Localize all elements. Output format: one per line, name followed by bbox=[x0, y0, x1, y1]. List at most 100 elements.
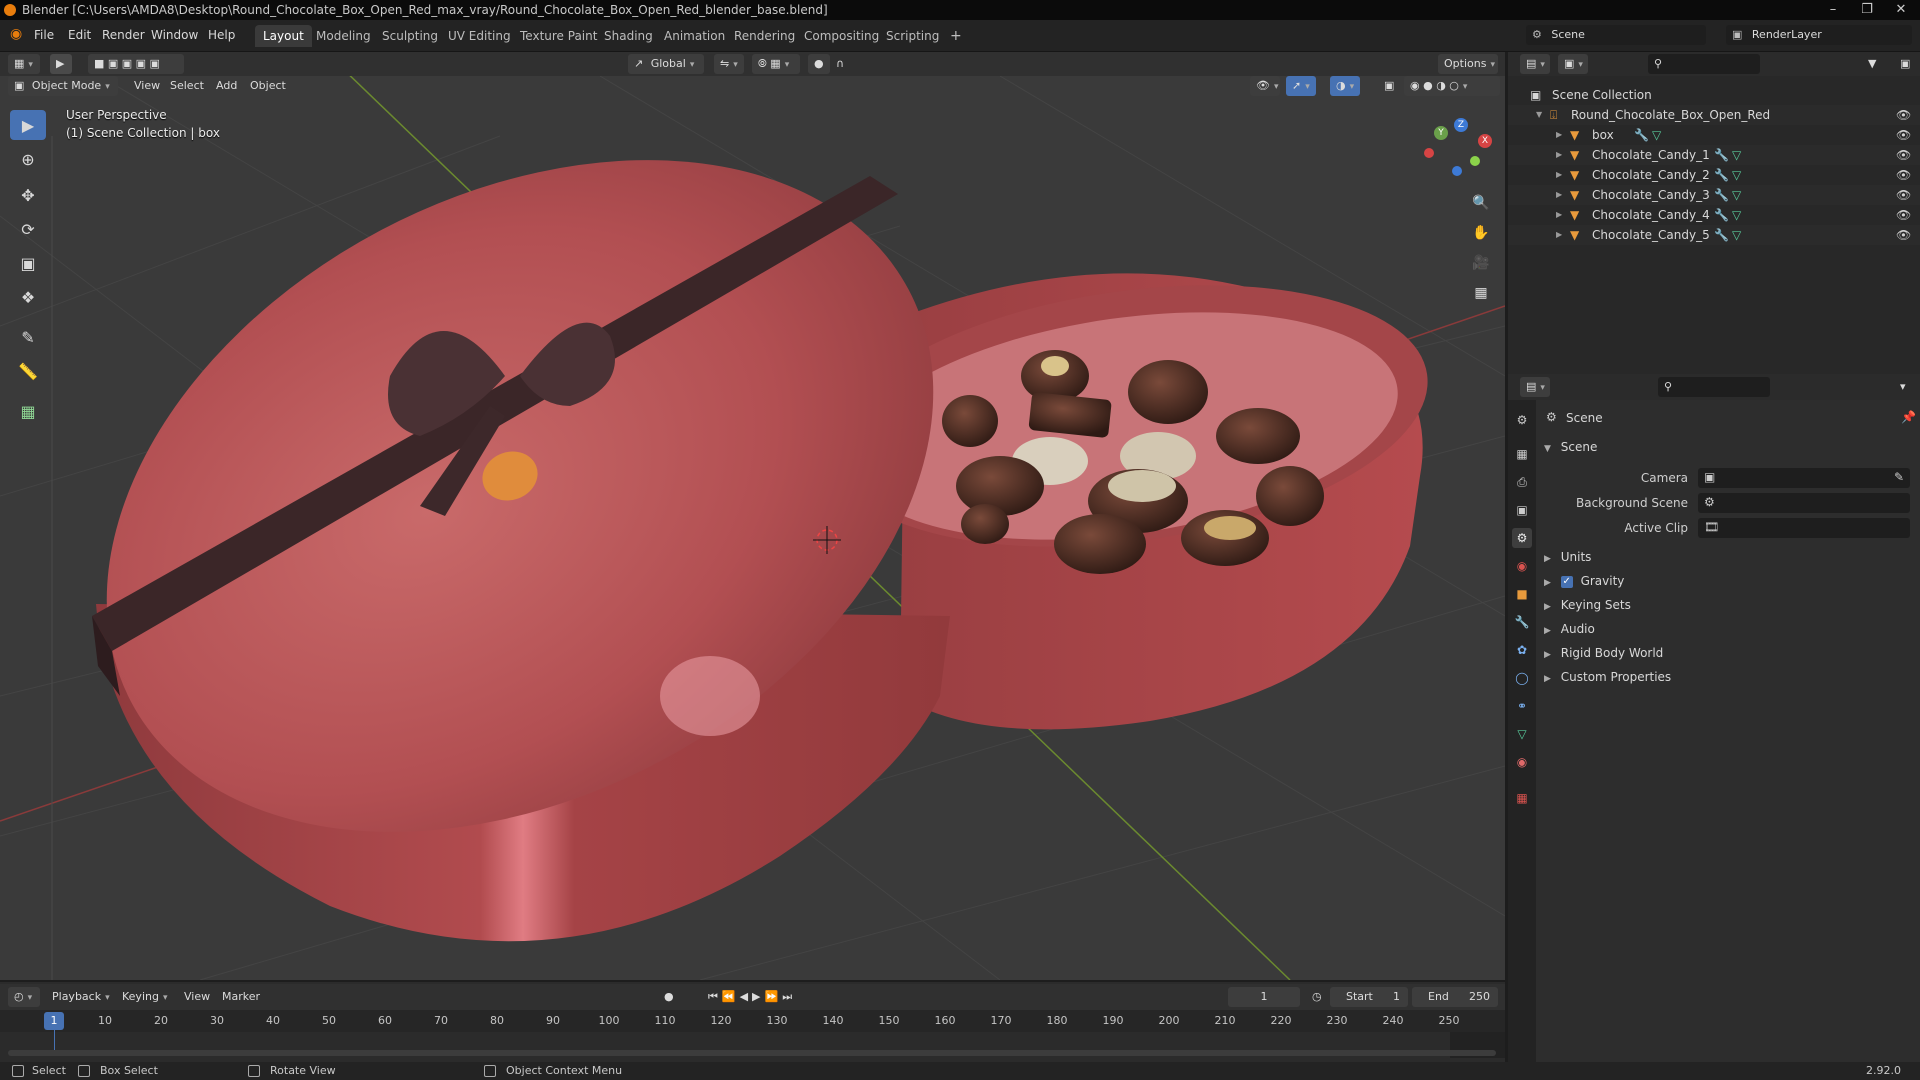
gizmo-z-icon[interactable]: Z bbox=[1454, 118, 1468, 132]
outliner-object-row[interactable]: ▶ ▼ Chocolate_Candy_4 🔧 ▽ 👁 bbox=[1508, 205, 1920, 225]
menu-file[interactable]: File bbox=[34, 28, 54, 42]
view-layer-tab-icon[interactable]: ▣ bbox=[1512, 500, 1532, 520]
gravity-panel-header[interactable]: ▶ ✓ Gravity bbox=[1538, 570, 1908, 592]
outliner-filter-icon[interactable]: ▼ bbox=[1862, 54, 1892, 74]
shading-mode-buttons[interactable]: ◉ ● ◑ ○ ▾ bbox=[1404, 76, 1500, 96]
tab-sculpting[interactable]: Sculpting bbox=[374, 25, 446, 47]
playback-menu[interactable]: Playback ▾ bbox=[46, 987, 116, 1007]
expand-triangle-icon[interactable]: ▶ bbox=[1556, 165, 1562, 185]
snap-button[interactable]: ⦾ ▦ ▾ bbox=[752, 54, 800, 74]
menu-help[interactable]: Help bbox=[208, 28, 235, 42]
tab-animation[interactable]: Animation bbox=[656, 25, 733, 47]
cursor-tool-icon[interactable]: ⊕ bbox=[10, 144, 46, 174]
expand-triangle-icon[interactable]: ▶ bbox=[1556, 225, 1562, 245]
expand-triangle-icon[interactable]: ▶ bbox=[1556, 145, 1562, 165]
close-button[interactable]: ✕ bbox=[1884, 0, 1918, 20]
scene-section-header[interactable]: ▼ Scene bbox=[1538, 436, 1908, 458]
playback-controls[interactable]: ⏮⏪◀▶⏩⏭ bbox=[702, 987, 802, 1007]
texture-tab-icon[interactable]: ▦ bbox=[1512, 788, 1532, 808]
pivot-point-button[interactable]: ⇋ ▾ bbox=[714, 54, 744, 74]
data-tab-icon[interactable]: ▽ bbox=[1512, 724, 1532, 744]
visibility-eye-icon[interactable]: 👁 bbox=[1896, 208, 1911, 222]
collapse-triangle-icon[interactable]: ▼ bbox=[1536, 105, 1542, 125]
outliner-object-row[interactable]: ▶ ▼ Chocolate_Candy_1 🔧 ▽ 👁 bbox=[1508, 145, 1920, 165]
eyedropper-icon[interactable]: ✎ bbox=[1894, 470, 1904, 484]
tab-shading[interactable]: Shading bbox=[596, 25, 661, 47]
output-tab-icon[interactable]: ⎙ bbox=[1512, 472, 1532, 492]
xray-toggle-icon[interactable]: ▣ bbox=[1378, 76, 1398, 96]
add-workspace-button[interactable]: + bbox=[942, 25, 970, 47]
outliner-editor-type-button[interactable]: ▤ ▾ bbox=[1520, 54, 1550, 74]
timeline-view-menu[interactable]: View bbox=[178, 987, 216, 1007]
blender-menu-icon[interactable]: ◉ bbox=[10, 26, 22, 42]
overlay-toggle-icon[interactable]: ◑ ▾ bbox=[1330, 76, 1360, 96]
menu-render[interactable]: Render bbox=[102, 28, 145, 42]
annotate-tool-icon[interactable]: ✎ bbox=[10, 322, 46, 352]
outliner-object-row[interactable]: ▶ ▼ Chocolate_Candy_2 🔧 ▽ 👁 bbox=[1508, 165, 1920, 185]
start-frame-field[interactable]: Start 1 bbox=[1330, 987, 1408, 1007]
record-button-icon[interactable]: ● bbox=[658, 987, 680, 1007]
material-tab-icon[interactable]: ◉ bbox=[1512, 752, 1532, 772]
visibility-eye-icon[interactable]: 👁 bbox=[1896, 188, 1911, 202]
scene-selector[interactable]: ⚙ Scene bbox=[1526, 25, 1706, 45]
tab-rendering[interactable]: Rendering bbox=[726, 25, 803, 47]
visibility-eye-icon[interactable]: 👁 bbox=[1896, 108, 1911, 122]
outliner-search-input[interactable]: ⚲ bbox=[1648, 54, 1760, 74]
maximize-button[interactable]: ❐ bbox=[1850, 0, 1884, 20]
clock-icon[interactable]: ◷ bbox=[1306, 987, 1328, 1007]
visibility-eye-icon[interactable]: 👁 bbox=[1896, 148, 1911, 162]
keying-menu[interactable]: Keying ▾ bbox=[116, 987, 173, 1007]
navigation-gizmo[interactable]: Z X Y bbox=[1420, 116, 1500, 196]
active-clip-field[interactable]: 🎞 bbox=[1698, 518, 1910, 538]
select-box-tool-icon[interactable]: ▶ bbox=[10, 110, 46, 140]
3d-viewport[interactable]: ▣ Object Mode ▾ View Select Add Object 👁 ▾… bbox=[0, 76, 1505, 980]
world-tab-icon[interactable]: ◉ bbox=[1512, 556, 1532, 576]
pan-view-icon[interactable]: ✋ bbox=[1468, 220, 1494, 246]
render-tab-icon[interactable]: ▦ bbox=[1512, 444, 1532, 464]
gizmo-y-icon[interactable]: Y bbox=[1434, 126, 1448, 140]
gizmo-neg-y-icon[interactable] bbox=[1470, 156, 1480, 166]
visibility-eye-icon[interactable]: 👁 bbox=[1896, 168, 1911, 182]
tab-uv-editing[interactable]: UV Editing bbox=[440, 25, 519, 47]
particles-tab-icon[interactable]: ✿ bbox=[1512, 640, 1532, 660]
object-mode-dropdown[interactable]: ▣ Object Mode ▾ bbox=[8, 76, 118, 96]
viewport-menu-add[interactable]: Add bbox=[210, 76, 243, 96]
gizmo-neg-x-icon[interactable] bbox=[1424, 148, 1434, 158]
tab-scripting[interactable]: Scripting bbox=[878, 25, 947, 47]
tab-modeling[interactable]: Modeling bbox=[308, 25, 379, 47]
expand-triangle-icon[interactable]: ▶ bbox=[1556, 125, 1562, 145]
keying-sets-panel-header[interactable]: ▶ Keying Sets bbox=[1538, 594, 1908, 616]
options-dropdown[interactable]: Options ▾ bbox=[1438, 54, 1498, 74]
minimize-button[interactable]: – bbox=[1816, 0, 1850, 20]
pin-icon[interactable]: 📌 bbox=[1901, 410, 1916, 424]
gizmo-toggle-icon[interactable]: ➚ ▾ bbox=[1286, 76, 1316, 96]
add-cube-tool-icon[interactable]: ▦ bbox=[10, 396, 46, 426]
current-frame-field[interactable]: 1 bbox=[1228, 987, 1300, 1007]
transform-tool-icon[interactable]: ❖ bbox=[10, 282, 46, 312]
measure-tool-icon[interactable]: 📏 bbox=[10, 356, 46, 386]
tab-texture-paint[interactable]: Texture Paint bbox=[512, 25, 605, 47]
outliner-display-mode-button[interactable]: ▣ ▾ bbox=[1558, 54, 1588, 74]
units-panel-header[interactable]: ▶ Units bbox=[1538, 546, 1908, 568]
properties-options-icon[interactable]: ▾ bbox=[1894, 377, 1916, 397]
new-collection-icon[interactable]: ▣ bbox=[1894, 54, 1916, 74]
scale-tool-icon[interactable]: ▣ bbox=[10, 248, 46, 278]
timeline-scrollbar[interactable] bbox=[8, 1050, 1496, 1056]
physics-tab-icon[interactable]: ◯ bbox=[1512, 668, 1532, 688]
tab-compositing[interactable]: Compositing bbox=[796, 25, 887, 47]
outliner-object-row[interactable]: ▶ ▼ Chocolate_Candy_3 🔧 ▽ 👁 bbox=[1508, 185, 1920, 205]
expand-triangle-icon[interactable]: ▶ bbox=[1556, 205, 1562, 225]
object-tab-icon[interactable]: ■ bbox=[1512, 584, 1532, 604]
visibility-eye-icon[interactable]: 👁 bbox=[1896, 228, 1911, 242]
move-tool-icon[interactable]: ✥ bbox=[10, 180, 46, 210]
menu-window[interactable]: Window bbox=[151, 28, 198, 42]
audio-panel-header[interactable]: ▶ Audio bbox=[1538, 618, 1908, 640]
transform-orientation-dropdown[interactable]: ↗ Global ▾ bbox=[628, 54, 704, 74]
tool-tab-icon[interactable]: ⚙ bbox=[1512, 410, 1532, 430]
gizmo-x-icon[interactable]: X bbox=[1478, 134, 1492, 148]
viewport-menu-select[interactable]: Select bbox=[164, 76, 210, 96]
tab-layout[interactable]: Layout bbox=[255, 25, 312, 47]
scene-tab-icon[interactable]: ⚙ bbox=[1512, 528, 1532, 548]
background-scene-field[interactable]: ⚙ bbox=[1698, 493, 1910, 513]
end-frame-field[interactable]: End 250 bbox=[1412, 987, 1498, 1007]
